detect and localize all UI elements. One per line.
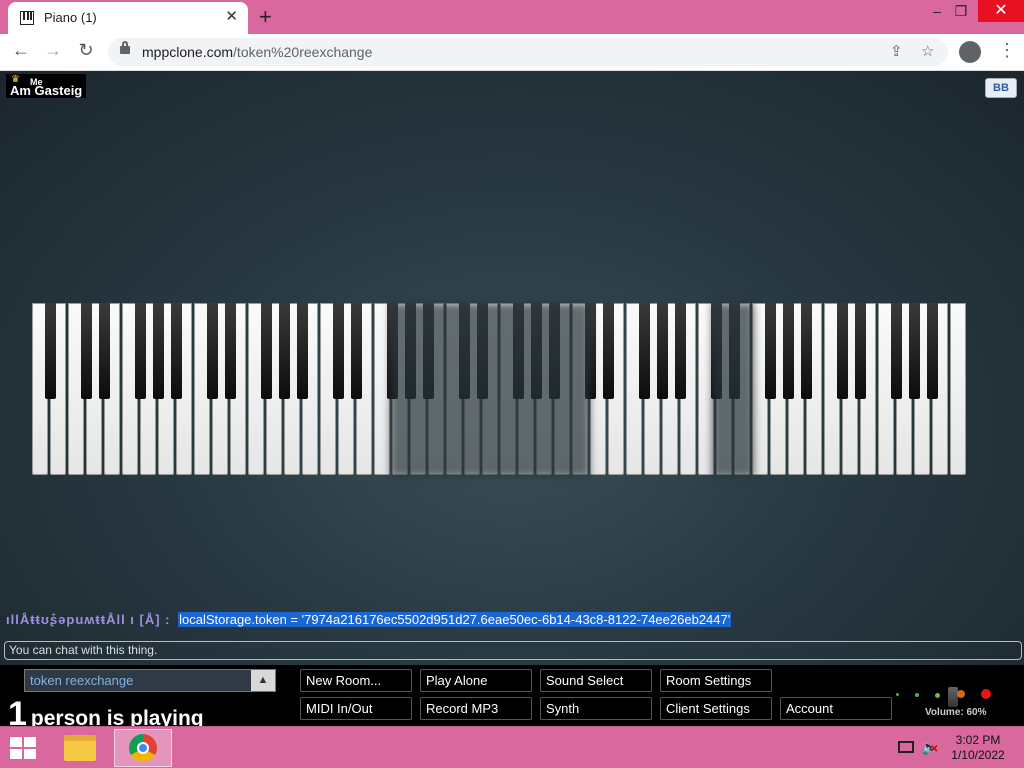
black-key[interactable] <box>657 303 668 399</box>
browser-tabstrip: Piano (1) ✕ + – ❐ ✕ <box>0 0 1024 34</box>
menu-kebab-icon[interactable]: ⋮ <box>998 40 1016 61</box>
new-room-button[interactable]: New Room... <box>300 669 412 692</box>
synth-button[interactable]: Synth <box>540 697 652 720</box>
room-settings-button[interactable]: Room Settings <box>660 669 772 692</box>
black-key[interactable] <box>261 303 272 399</box>
star-icon[interactable]: ☆ <box>921 42 934 60</box>
volume-dot <box>896 693 899 696</box>
black-key[interactable] <box>333 303 344 399</box>
chat-nick: ıllÅŧŧʊʂ͋ǝpuʍŧŧÅll ı [Å] : <box>6 612 171 627</box>
clock-time: 3:02 PM <box>955 733 1001 747</box>
black-key[interactable] <box>351 303 362 399</box>
taskbar-clock[interactable]: 3:02 PM 1/10/2022 <box>948 733 1008 763</box>
room-dropdown-arrow-icon[interactable]: ▲ <box>251 670 275 691</box>
white-key[interactable] <box>950 303 966 475</box>
bb-button[interactable]: BB <box>985 78 1017 98</box>
black-key[interactable] <box>45 303 56 399</box>
new-tab-button[interactable]: + <box>259 4 272 30</box>
screen: Piano (1) ✕ + – ❐ ✕ ← → ↻ mppclone.com/t… <box>0 0 1024 768</box>
crown-icon: ♛ <box>11 74 20 85</box>
share-icon[interactable]: ⇪ <box>890 42 903 60</box>
volume-label: Volume: 60% <box>925 707 987 718</box>
keyboard-blur-region <box>712 303 754 477</box>
browser-tab[interactable]: Piano (1) ✕ <box>8 2 248 34</box>
black-key[interactable] <box>675 303 686 399</box>
black-key[interactable] <box>837 303 848 399</box>
user-badge[interactable]: ♛ Me Am Gasteig <box>6 74 87 98</box>
player-count-text: person is playing <box>30 707 204 726</box>
play-alone-button[interactable]: Play Alone <box>420 669 532 692</box>
file-explorer-icon[interactable] <box>64 735 96 761</box>
volume-dot <box>935 693 940 698</box>
volume-dot <box>957 690 965 698</box>
black-key[interactable] <box>603 303 614 399</box>
black-key[interactable] <box>909 303 920 399</box>
back-arrow-icon[interactable]: ← <box>8 40 34 61</box>
black-key[interactable] <box>891 303 902 399</box>
piano-keyboard[interactable] <box>32 303 968 477</box>
network-icon[interactable] <box>898 741 914 753</box>
url-host: mppclone.com <box>142 44 234 60</box>
chrome-taskbar-button[interactable] <box>114 729 172 767</box>
black-key[interactable] <box>81 303 92 399</box>
black-key[interactable] <box>207 303 218 399</box>
lock-icon[interactable] <box>120 41 130 54</box>
black-key[interactable] <box>297 303 308 399</box>
volume-dot <box>981 689 991 699</box>
control-panel: token reexchange ▲ 1 person is playing Ne… <box>0 665 1024 726</box>
piano-favicon-icon <box>20 11 34 25</box>
player-count-number: 1 <box>8 695 27 726</box>
chat-message: ıllÅŧŧʊʂ͋ǝpuʍŧŧÅll ı [Å] : localStorage.… <box>6 612 732 630</box>
browser-toolbar: ← → ↻ mppclone.com/token%20reexchange ⇪ … <box>0 34 1024 71</box>
black-key[interactable] <box>801 303 812 399</box>
forward-arrow-icon[interactable]: → <box>40 40 66 61</box>
black-key[interactable] <box>153 303 164 399</box>
restore-button[interactable]: ❐ <box>946 2 976 22</box>
muted-x-icon: ✕ <box>930 744 939 755</box>
client-settings-button[interactable]: Client Settings <box>660 697 772 720</box>
record-mp3-button[interactable]: Record MP3 <box>420 697 532 720</box>
black-key[interactable] <box>171 303 182 399</box>
black-key[interactable] <box>99 303 110 399</box>
black-key[interactable] <box>279 303 290 399</box>
black-key[interactable] <box>135 303 146 399</box>
room-name: token reexchange <box>30 673 134 688</box>
volume-slider[interactable]: Volume: 60% <box>893 687 1003 718</box>
black-key[interactable] <box>855 303 866 399</box>
volume-dot <box>915 693 919 697</box>
player-count: 1 person is playing <box>8 695 204 726</box>
windows-start-icon[interactable] <box>10 737 38 759</box>
url-path: /token%20reexchange <box>233 44 373 60</box>
black-key[interactable] <box>765 303 776 399</box>
room-select[interactable]: token reexchange ▲ <box>24 669 276 692</box>
tab-title: Piano (1) <box>44 10 97 25</box>
reload-icon[interactable]: ↻ <box>73 40 99 61</box>
address-bar[interactable]: mppclone.com/token%20reexchange ⇪ ☆ <box>108 38 948 66</box>
user-name: Am Gasteig <box>10 83 83 98</box>
black-key[interactable] <box>783 303 794 399</box>
user-me-label: Me <box>30 77 43 87</box>
url-text[interactable]: mppclone.com/token%20reexchange <box>142 44 372 60</box>
tab-close-icon[interactable]: ✕ <box>225 8 238 26</box>
chat-input[interactable]: You can chat with this thing. <box>4 641 1022 660</box>
window-close-button[interactable]: ✕ <box>978 0 1024 22</box>
volume-knob[interactable] <box>948 687 958 707</box>
profile-icon[interactable] <box>959 41 981 63</box>
black-key[interactable] <box>225 303 236 399</box>
black-key[interactable] <box>639 303 650 399</box>
piano-room: ♛ Me Am Gasteig BB ıllÅŧŧʊʂ͋ǝpuʍŧŧÅll ı … <box>0 71 1024 726</box>
midi-button[interactable]: MIDI In/Out <box>300 697 412 720</box>
keyboard-blur-region <box>390 303 590 477</box>
sound-select-button[interactable]: Sound Select <box>540 669 652 692</box>
account-button[interactable]: Account <box>780 697 892 720</box>
clock-date: 1/10/2022 <box>951 748 1005 762</box>
black-key[interactable] <box>927 303 938 399</box>
chrome-icon <box>129 734 157 762</box>
chat-message-text: localStorage.token = '7974a216176ec5502d… <box>178 612 732 627</box>
taskbar: 🔈 ✕ 3:02 PM 1/10/2022 <box>0 726 1024 768</box>
